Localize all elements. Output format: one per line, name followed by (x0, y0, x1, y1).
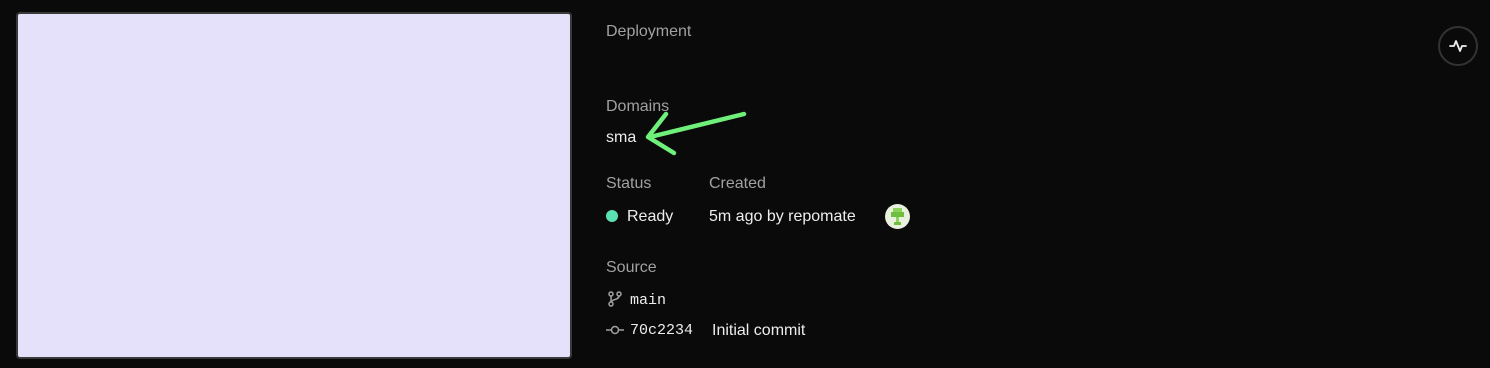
status-label: Status (606, 175, 652, 192)
created-value: 5m ago by repomate (709, 208, 856, 225)
activity-button[interactable] (1438, 26, 1478, 66)
avatar[interactable] (885, 204, 910, 229)
status-dot-icon (606, 210, 618, 222)
git-branch-icon (608, 291, 622, 307)
commit-hash[interactable]: 70c2234 (630, 321, 693, 341)
commit-message[interactable]: Initial commit (712, 321, 805, 341)
git-commit-icon (606, 325, 624, 335)
deployment-preview[interactable] (16, 12, 572, 359)
deployment-panel: Deployment Domains sma Status Ready Crea… (0, 0, 1490, 368)
branch-name[interactable]: main (630, 291, 666, 311)
avatar-icon (891, 208, 904, 225)
activity-icon (1449, 40, 1467, 52)
status-value: Ready (627, 208, 674, 225)
source-label: Source (606, 259, 657, 276)
deployment-heading: Deployment (606, 23, 692, 40)
created-label: Created (709, 175, 766, 192)
annotation-arrow-icon (645, 111, 747, 156)
domain-link[interactable]: sma (606, 128, 636, 148)
